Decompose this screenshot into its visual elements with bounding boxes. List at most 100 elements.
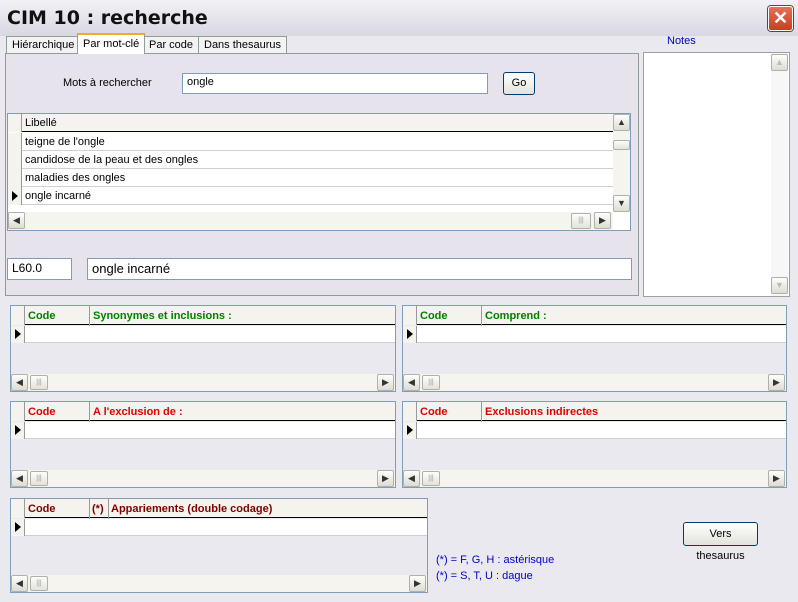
header-corner [403, 306, 417, 325]
arrow-right-icon[interactable]: ▶ [409, 575, 426, 592]
grid-header [11, 402, 395, 421]
tab-par-mot-cle[interactable]: Par mot-clé [77, 33, 146, 54]
row-selector[interactable] [8, 187, 22, 205]
scroll-thumb[interactable]: ||| [30, 375, 48, 390]
arrow-down-icon[interactable]: ▼ [771, 277, 788, 294]
tab-hierarchique[interactable]: Hiérarchique [6, 36, 81, 53]
indirect-exclusions-grid: Code Exclusions indirectes ◀ ||| ▶ [402, 401, 787, 488]
column-header-code[interactable]: Code [417, 308, 451, 324]
vers-thesaurus-button[interactable]: Vers thesaurus [683, 522, 758, 562]
results-header-row [8, 114, 613, 132]
row-pointer-icon [15, 329, 21, 339]
go-button[interactable]: Go [503, 72, 535, 95]
arrow-left-icon[interactable]: ◀ [11, 374, 28, 391]
column-header-indirect[interactable]: Exclusions indirectes [482, 404, 601, 420]
horizontal-scrollbar[interactable]: ◀ ||| ▶ [403, 470, 786, 487]
row-selector[interactable] [8, 133, 22, 151]
column-header-synonyms[interactable]: Synonymes et inclusions : [90, 308, 235, 324]
horizontal-scrollbar[interactable]: ◀ ||| ▶ [11, 575, 427, 592]
column-header-code[interactable]: Code [25, 501, 59, 517]
scroll-thumb[interactable]: ||| [422, 471, 440, 486]
column-header-code[interactable]: Code [25, 308, 59, 324]
column-header-comprend[interactable]: Comprend : [482, 308, 550, 324]
column-header-exclusion[interactable]: A l'exclusion de : [90, 404, 186, 420]
arrow-down-icon[interactable]: ▼ [613, 195, 630, 212]
arrow-right-icon[interactable]: ▶ [377, 470, 394, 487]
row-pointer-icon [12, 191, 18, 201]
arrow-left-icon[interactable]: ◀ [11, 575, 28, 592]
column-header-code[interactable]: Code [25, 404, 59, 420]
table-row[interactable] [11, 519, 427, 536]
row-selector[interactable] [11, 519, 25, 536]
tab-par-code[interactable]: Par code [143, 36, 200, 53]
table-row[interactable] [11, 326, 395, 343]
table-row[interactable] [403, 326, 786, 343]
horizontal-scrollbar[interactable]: ◀ ||| ▶ [11, 374, 395, 391]
label-field[interactable]: ongle incarné [87, 258, 632, 280]
scroll-thumb[interactable]: ||| [571, 213, 591, 229]
table-row[interactable] [403, 422, 786, 439]
close-button[interactable]: ✕ [768, 6, 793, 31]
column-header-appariements[interactable]: Appariements (double codage) [108, 501, 275, 517]
row-pointer-icon [15, 425, 21, 435]
horizontal-scrollbar[interactable]: ◀ ||| ▶ [403, 374, 786, 391]
notes-textarea[interactable]: ▲ ▼ [643, 52, 790, 297]
arrow-left-icon[interactable]: ◀ [11, 470, 28, 487]
table-row-selected[interactable]: ongle incarné [8, 187, 613, 205]
header-corner [11, 499, 25, 518]
tab-dans-thesaurus[interactable]: Dans thesaurus [198, 36, 288, 53]
horizontal-scrollbar[interactable]: ◀ ||| ▶ [11, 470, 395, 487]
exclusion-grid: Code A l'exclusion de : ◀ ||| ▶ [10, 401, 396, 488]
search-input[interactable]: ongle [182, 73, 488, 94]
window-title: CIM 10 : recherche [7, 7, 208, 29]
header-corner [8, 114, 22, 132]
arrow-right-icon[interactable]: ▶ [377, 374, 394, 391]
table-row[interactable]: candidose de la peau et des ongles [8, 151, 613, 169]
table-cell: teigne de l'ongle [25, 136, 105, 148]
arrow-left-icon[interactable]: ◀ [403, 374, 420, 391]
table-row[interactable]: maladies des ongles [8, 169, 613, 187]
results-grid: Libellé teigne de l'ongle candidose de l… [7, 113, 631, 231]
row-selector[interactable] [11, 422, 25, 439]
comprend-grid: Code Comprend : ◀ ||| ▶ [402, 305, 787, 392]
column-header-code[interactable]: Code [417, 404, 451, 420]
scroll-thumb[interactable]: ||| [30, 471, 48, 486]
row-pointer-icon [407, 425, 413, 435]
row-pointer-icon [407, 329, 413, 339]
horizontal-scrollbar[interactable]: ◀ ||| ▶ [8, 212, 613, 230]
row-selector[interactable] [403, 326, 417, 343]
synonyms-grid: Code Synonymes et inclusions : ◀ ||| ▶ [10, 305, 396, 392]
arrow-right-icon[interactable]: ▶ [594, 212, 611, 229]
appariements-grid: Code (*) Appariements (double codage) ◀ … [10, 498, 428, 593]
search-label: Mots à rechercher [63, 77, 152, 89]
header-corner [11, 306, 25, 325]
table-row[interactable] [11, 422, 395, 439]
arrow-left-icon[interactable]: ◀ [403, 470, 420, 487]
arrow-up-icon[interactable]: ▲ [613, 114, 630, 131]
header-corner [403, 402, 417, 421]
code-field[interactable]: L60.0 [7, 258, 72, 280]
grid-header [403, 306, 786, 325]
column-header-libelle[interactable]: Libellé [22, 115, 60, 131]
notes-title: Notes [667, 35, 696, 47]
arrow-up-icon[interactable]: ▲ [771, 54, 788, 71]
row-selector[interactable] [11, 326, 25, 343]
legend-asterisque: (*) = F, G, H : astérisque [436, 554, 555, 566]
row-pointer-icon [15, 522, 21, 532]
arrow-right-icon[interactable]: ▶ [768, 470, 785, 487]
column-header-star[interactable]: (*) [89, 501, 107, 517]
row-selector[interactable] [403, 422, 417, 439]
vertical-scrollbar[interactable]: ▲ ▼ [613, 114, 630, 212]
row-selector[interactable] [8, 169, 22, 187]
arrow-left-icon[interactable]: ◀ [8, 212, 25, 229]
table-row[interactable]: teigne de l'ongle [8, 133, 613, 151]
scroll-thumb[interactable]: ||| [30, 576, 48, 591]
header-corner [11, 402, 25, 421]
legend-dague: (*) = S, T, U : dague [436, 570, 533, 582]
row-selector[interactable] [8, 151, 22, 169]
arrow-right-icon[interactable]: ▶ [768, 374, 785, 391]
table-cell: maladies des ongles [25, 172, 126, 184]
notes-scrollbar[interactable]: ▲ ▼ [771, 53, 788, 296]
scroll-thumb[interactable]: ||| [422, 375, 440, 390]
scroll-thumb[interactable] [613, 140, 630, 150]
